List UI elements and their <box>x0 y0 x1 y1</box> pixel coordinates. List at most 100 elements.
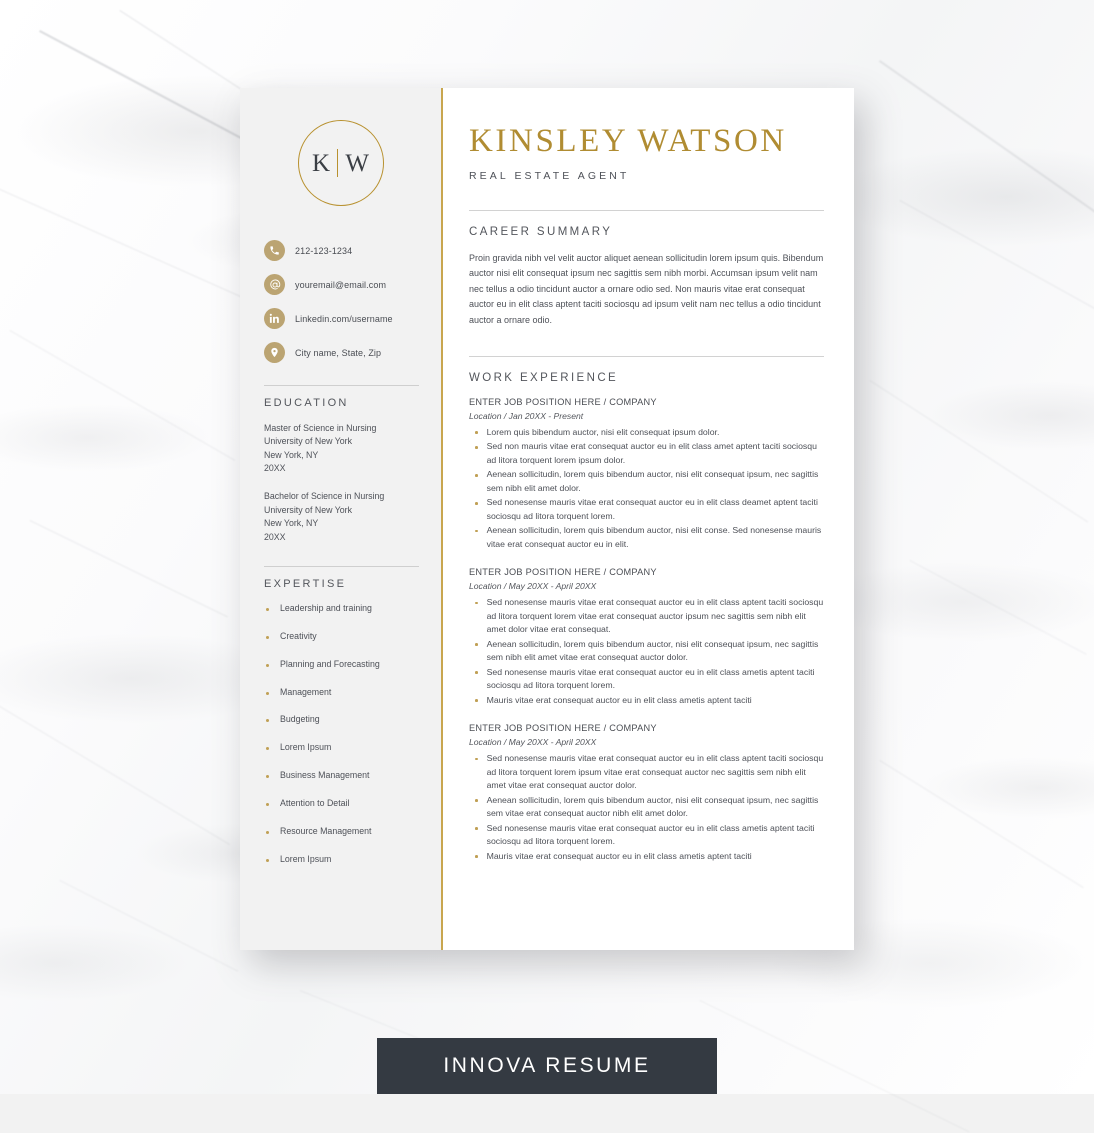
job-location-dates: Location / May 20XX - April 20XX <box>469 581 597 592</box>
list-item: Mauris vitae erat consequat auctor eu in… <box>469 850 824 863</box>
job-bullet-text: Sed non mauris vitae erat consequat auct… <box>486 441 817 465</box>
education-school: University of New York <box>264 436 353 447</box>
job-role-subtitle: REAL ESTATE AGENT <box>469 169 630 182</box>
job-bullet-list: Sed nonesense mauris vitae erat consequa… <box>469 596 824 707</box>
career-summary-heading: CAREER SUMMARY <box>469 225 613 238</box>
education-section: EDUCATION Master of Science in Nursing U… <box>258 385 423 544</box>
expertise-item-label: Lorem Ipsum <box>280 853 332 864</box>
education-degree: Master of Science in Nursing <box>264 423 377 433</box>
list-item: Aenean sollicitudin, lorem quis bibendum… <box>469 524 824 551</box>
bullet-dot-icon <box>475 671 478 674</box>
bullet-dot-icon <box>266 663 269 667</box>
education-city: New York, NY <box>264 518 319 529</box>
expertise-item-label: Planning and Forecasting <box>280 658 380 669</box>
bullet-dot-icon <box>266 830 269 834</box>
job-bullet-text: Sed nonesense mauris vitae erat consequa… <box>486 753 824 791</box>
bullet-dot-icon <box>266 858 269 862</box>
resume-sidebar: K W 212-123-1234 youremail@email.com Lin… <box>240 88 443 950</box>
expertise-item-label: Lorem Ipsum <box>280 742 332 753</box>
work-experience-heading: WORK EXPERIENCE <box>469 371 619 384</box>
list-item: Sed nonesense mauris vitae erat consequa… <box>469 596 824 636</box>
list-item: Leadership and training <box>264 603 419 615</box>
expertise-item-label: Creativity <box>280 630 317 641</box>
contact-location-text: City name, State, Zip <box>295 347 382 358</box>
expertise-item-label: Management <box>280 686 332 697</box>
monogram-circle: K W <box>297 120 384 206</box>
job-bullet-text: Sed nonesense mauris vitae erat consequa… <box>486 597 824 635</box>
contact-location[interactable]: City name, State, Zip <box>264 342 423 363</box>
bullet-dot-icon <box>475 855 478 858</box>
education-year: 20XX <box>264 463 286 474</box>
education-school: University of New York <box>264 504 353 515</box>
education-entry: Bachelor of Science in Nursing Universit… <box>264 490 419 543</box>
bullet-dot-icon <box>475 699 478 702</box>
bullet-dot-icon <box>475 757 478 761</box>
job-position-title: ENTER JOB POSITION HERE / COMPANY <box>469 396 657 407</box>
bullet-dot-icon <box>266 747 269 751</box>
list-item: Creativity <box>264 631 419 643</box>
education-entry: Master of Science in Nursing University … <box>264 422 419 475</box>
contact-linkedin[interactable]: Linkedin.com/username <box>264 308 423 329</box>
list-item: Mauris vitae erat consequat auctor eu in… <box>469 694 824 707</box>
expertise-item-label: Leadership and training <box>280 602 372 613</box>
career-summary-section: CAREER SUMMARY Proin gravida nibh vel ve… <box>469 209 824 328</box>
expertise-item-label: Budgeting <box>280 714 320 725</box>
job-bullet-text: Lorem quis bibendum auctor, nisi elit co… <box>486 426 720 437</box>
work-experience-divider <box>469 355 824 357</box>
bullet-dot-icon <box>266 775 269 779</box>
contact-linkedin-text: Linkedin.com/username <box>295 313 393 324</box>
monogram-logo: K W <box>258 88 423 240</box>
resume-main-column: KINSLEY WATSON REAL ESTATE AGENT CAREER … <box>443 88 854 950</box>
list-item: Aenean sollicitudin, lorem quis bibendum… <box>469 638 824 665</box>
monogram-right-initial: W <box>345 149 369 177</box>
list-item: Sed nonesense mauris vitae erat consequa… <box>469 752 824 792</box>
bullet-dot-icon <box>266 691 269 695</box>
contact-list: 212-123-1234 youremail@email.com Linkedi… <box>258 240 423 363</box>
job-position-title: ENTER JOB POSITION HERE / COMPANY <box>469 567 657 578</box>
education-city: New York, NY <box>264 449 319 460</box>
job-bullet-text: Aenean sollicitudin, lorem quis bibendum… <box>486 469 819 493</box>
expertise-item-label: Resource Management <box>280 825 372 836</box>
expertise-divider <box>264 565 419 567</box>
bullet-dot-icon <box>266 719 269 723</box>
list-item: Budgeting <box>264 714 419 726</box>
education-heading: EDUCATION <box>264 397 349 409</box>
contact-email[interactable]: youremail@email.com <box>264 274 423 295</box>
list-item: Lorem Ipsum <box>264 742 419 754</box>
banner-label: INNOVA RESUME <box>443 1054 651 1077</box>
innova-resume-banner: INNOVA RESUME <box>377 1038 717 1094</box>
job-bullet-text: Mauris vitae erat consequat auctor eu in… <box>486 850 752 861</box>
list-item: Attention to Detail <box>264 798 419 810</box>
linkedin-icon <box>264 308 285 329</box>
monogram-left-initial: K <box>312 149 331 177</box>
job-location-dates: Location / May 20XX - April 20XX <box>469 737 597 748</box>
contact-phone[interactable]: 212-123-1234 <box>264 240 423 261</box>
list-item: Sed nonesense mauris vitae erat consequa… <box>469 666 824 693</box>
list-item: Sed nonesense mauris vitae erat consequa… <box>469 496 824 523</box>
list-item: Aenean sollicitudin, lorem quis bibendum… <box>469 468 824 495</box>
list-item: Lorem Ipsum <box>264 854 419 866</box>
expertise-heading: EXPERTISE <box>264 577 347 590</box>
education-degree: Bachelor of Science in Nursing <box>264 491 385 502</box>
job-position-title: ENTER JOB POSITION HERE / COMPANY <box>469 723 657 734</box>
list-item: Sed nonesense mauris vitae erat consequa… <box>469 822 824 849</box>
job-location-dates: Location / Jan 20XX - Present <box>469 410 584 421</box>
career-summary-divider <box>469 209 824 211</box>
job-bullet-text: Aenean sollicitudin, lorem quis bibendum… <box>486 638 819 663</box>
list-item: Aenean sollicitudin, lorem quis bibendum… <box>469 794 824 821</box>
contact-phone-text: 212-123-1234 <box>295 245 353 256</box>
career-summary-text: Proin gravida nibh vel velit auctor aliq… <box>469 252 824 325</box>
expertise-item-label: Business Management <box>280 770 370 781</box>
list-item: Planning and Forecasting <box>264 659 419 671</box>
job-bullet-text: Aenean sollicitudin, lorem quis bibendum… <box>486 794 819 819</box>
bullet-dot-icon <box>475 827 478 830</box>
job-bullet-text: Sed nonesense mauris vitae erat consequa… <box>486 822 815 847</box>
bullet-dot-icon <box>475 431 478 435</box>
location-pin-icon <box>264 342 285 363</box>
list-item: Lorem quis bibendum auctor, nisi elit co… <box>469 426 824 439</box>
bullet-dot-icon <box>475 445 478 449</box>
job-bullet-text: Aenean sollicitudin, lorem quis bibendum… <box>486 525 822 549</box>
bullet-dot-icon <box>475 601 478 605</box>
bullet-dot-icon <box>266 635 269 639</box>
bullet-dot-icon <box>266 803 269 806</box>
